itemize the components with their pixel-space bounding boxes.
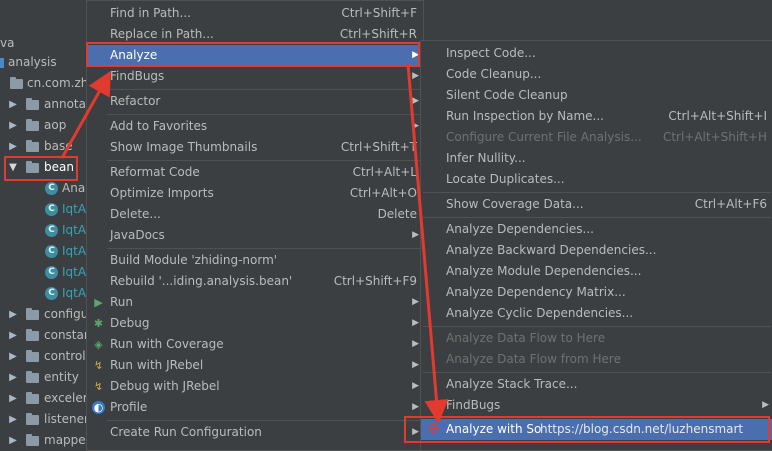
annotation-arrow-to-analyze: [60, 70, 111, 159]
watermark-text: https://blog.csdn.net/luzhensmart: [540, 422, 744, 436]
annotation-arrow-to-sonar: [406, 63, 449, 424]
annotation-arrows: [60, 63, 449, 424]
